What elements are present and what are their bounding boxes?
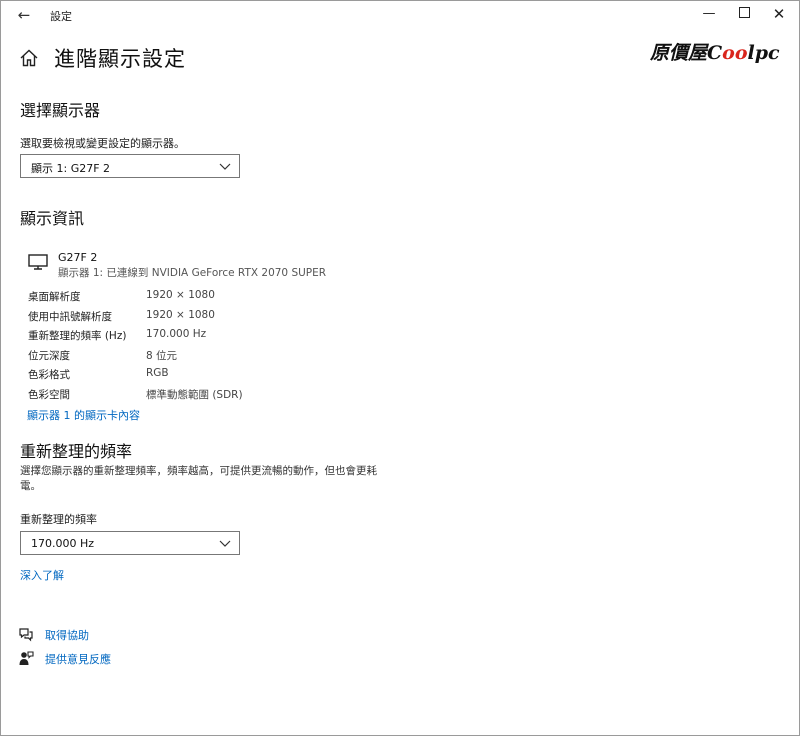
select-display-heading: 選擇顯示器 [20,101,101,120]
info-row-key: 使用中訊號解析度 [28,311,112,323]
info-row-key: 重新整理的頻率 (Hz) [28,330,127,342]
info-row-value: 170.000 Hz [146,328,207,340]
info-row: 位元深度 8 位元 [28,348,388,364]
info-row-value: 1920 × 1080 [146,289,215,301]
info-row-value: 8 位元 [146,350,178,362]
select-display-label: 選取要檢視或變更設定的顯示器。 [20,137,185,150]
refresh-rate-dropdown[interactable]: 170.000 Hz [20,531,240,555]
learn-more-link[interactable]: 深入了解 [20,567,64,583]
monitor-icon [28,254,48,270]
logo-text-loop: oo [722,42,748,64]
info-row: 使用中訊號解析度 1920 × 1080 [28,309,388,325]
maximize-icon [738,7,750,18]
refresh-rate-label: 重新整理的頻率 [20,513,97,526]
home-icon[interactable] [18,47,40,69]
chevron-down-icon [219,540,231,547]
monitor-connection: 顯示器 1: 已連線到 NVIDIA GeForce RTX 2070 SUPE… [58,267,327,279]
display-adapter-properties-link[interactable]: 顯示器 1 的顯示卡內容 [27,407,140,423]
logo-text-c: C [707,42,723,64]
help-chat-icon [19,628,33,642]
back-arrow-icon[interactable]: ← [14,5,34,25]
info-row-value: 1920 × 1080 [146,309,215,321]
info-row: 重新整理的頻率 (Hz) 170.000 Hz [28,328,388,344]
display-info-heading: 顯示資訊 [20,209,85,228]
info-row: 色彩空間 標準動態範圍 (SDR) [28,387,388,403]
info-row-value: RGB [146,367,169,379]
info-row-key: 桌面解析度 [28,291,81,303]
refresh-rate-heading: 重新整理的頻率 [20,442,133,461]
maximize-button[interactable] [727,0,761,30]
window-title: 設定 [50,10,72,23]
display-select-dropdown[interactable]: 顯示 1: G27F 2 [20,154,240,178]
info-row-key: 色彩格式 [28,369,70,381]
logo-text-prefix: 原價屋 [650,42,708,64]
info-row-key: 位元深度 [28,350,70,362]
info-row-key: 色彩空間 [28,389,70,401]
coolpc-logo: 原價屋Coolpc [650,38,780,65]
info-row-value: 標準動態範圍 (SDR) [146,389,243,401]
give-feedback-link[interactable]: 提供意見反應 [45,651,111,667]
info-row: 色彩格式 RGB [28,367,388,383]
info-row: 桌面解析度 1920 × 1080 [28,289,388,305]
chevron-down-icon [219,163,231,170]
feedback-person-icon [19,651,34,665]
refresh-rate-value: 170.000 Hz [31,537,95,550]
get-help-link[interactable]: 取得協助 [45,627,89,643]
page-title: 進階顯示設定 [54,47,186,71]
close-button[interactable]: ✕ [762,0,796,30]
monitor-name: G27F 2 [58,251,98,264]
minimize-button[interactable]: — [692,0,726,30]
logo-text-suffix: lpc [747,42,780,64]
title-bar: ← 設定 — ✕ [0,0,800,30]
display-select-value: 顯示 1: G27F 2 [31,162,111,175]
refresh-rate-description: 選擇您顯示器的重新整理頻率，頻率越高，可提供更流暢的動作，但也會更耗電。 [20,465,377,492]
